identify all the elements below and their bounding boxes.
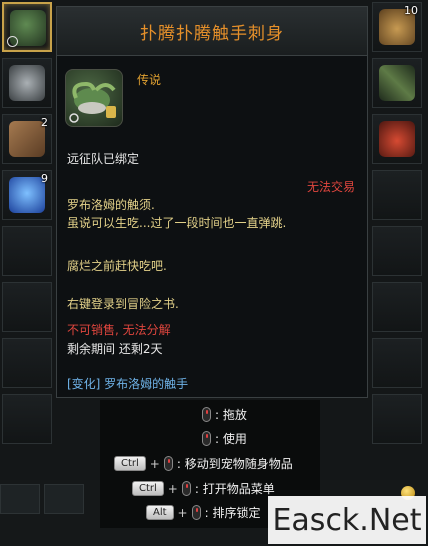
mouse-left-icon [181,481,191,496]
register-hint: 右键登录到冒险之书. [67,297,179,311]
inventory-slot-empty[interactable] [372,394,422,444]
hint-label: : 使用 [215,432,247,446]
inventory-slot[interactable]: 2 [2,114,52,164]
mouse-right-icon [163,456,173,471]
mouse-right-icon [202,431,211,446]
ore-item-icon [9,65,45,101]
plus-icon: + [149,456,160,471]
inventory-slot-empty[interactable] [2,394,52,444]
item-tooltip: 扑腾扑腾触手刺身 传说 远征队已绑定 无法交易 罗布洛姆的触须. 虽说可以生吃.… [56,6,368,398]
inventory-slot-empty[interactable] [372,170,422,220]
hint-label: : 移动到宠物随身物品 [176,457,293,471]
alt-key: Alt [146,505,174,520]
binding-status: 远征队已绑定 [67,152,140,166]
branch-item-icon [379,65,415,101]
hint-drag: : 拖放 [202,406,247,423]
plus-icon: + [167,481,178,496]
sack-item-icon [9,121,45,157]
tentacle-item-icon [65,69,123,127]
inventory-slot[interactable] [372,58,422,108]
hint-move-to-pet: Ctrl + : 移动到宠物随身物品 [114,455,293,472]
ctrl-key: Ctrl [114,456,146,471]
crystal-item-icon [9,177,45,213]
inventory-slot-empty[interactable] [2,282,52,332]
inventory-slot-empty[interactable] [372,226,422,276]
inventory-slot-empty[interactable] [372,338,422,388]
restriction-text: 不可销售, 无法分解 [67,323,171,337]
bound-ring-icon [7,36,18,47]
inventory-slot[interactable]: 9 [2,170,52,220]
rarity-label: 传说 [137,73,162,87]
transform-info: [变化] 罗布洛姆的触手 [67,377,189,391]
inventory-slot-empty[interactable] [372,282,422,332]
plus-icon: + [177,505,188,520]
inventory-slot[interactable] [372,114,422,164]
hint-label: : 拖放 [215,408,247,422]
mouse-left-icon [191,505,201,520]
watermark: Easck.Net [268,496,426,544]
item-title: 扑腾扑腾触手刺身 [140,23,284,44]
sort-button[interactable] [0,484,40,514]
inventory-slot-selected[interactable] [2,2,52,52]
hint-open-menu: Ctrl + : 打开物品菜单 [132,480,275,497]
hint-use: : 使用 [202,430,247,447]
trade-status: 无法交易 [306,180,355,194]
description-line: 虽说可以生吃...过了一段时间也一直弹跳. [67,216,287,230]
inventory-slot-empty[interactable] [2,338,52,388]
hint-sort-lock: Alt + : 排序锁定 [146,504,260,521]
inventory-slot[interactable]: 10 [372,2,422,52]
ctrl-key: Ctrl [132,481,164,496]
crab-item-icon [379,121,415,157]
item-quantity: 10 [404,4,418,17]
filter-button[interactable] [44,484,84,514]
mouse-left-icon [202,407,211,422]
item-quantity: 9 [41,172,48,185]
hint-label: : 打开物品菜单 [194,482,275,496]
description-line: 腐烂之前赶快吃吧. [67,259,167,273]
item-quantity: 2 [41,116,48,129]
description-line: 罗布洛姆的触须. [67,198,155,212]
inventory-slot-empty[interactable] [2,226,52,276]
inventory-slot[interactable] [2,58,52,108]
remaining-time: 剩余期间 还剩2天 [67,342,163,356]
hint-label: : 排序锁定 [204,506,261,520]
tooltip-header: 扑腾扑腾触手刺身 [57,7,367,56]
